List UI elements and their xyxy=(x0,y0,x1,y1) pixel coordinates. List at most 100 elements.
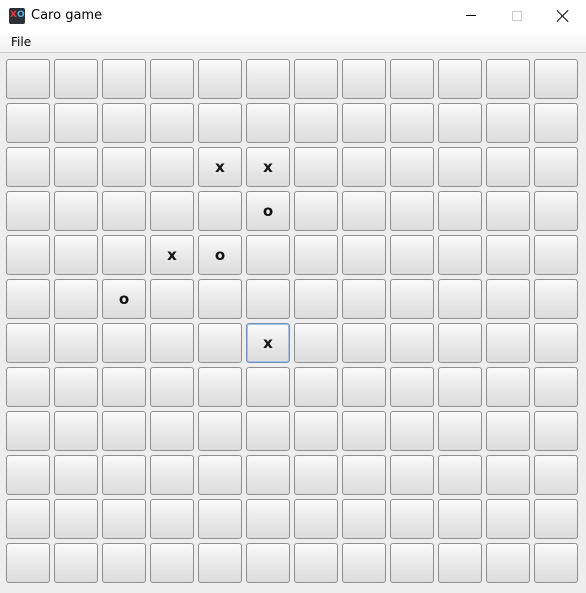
board-cell[interactable] xyxy=(486,323,530,363)
board-cell[interactable] xyxy=(342,455,386,495)
board-cell[interactable] xyxy=(246,367,290,407)
board-cell[interactable] xyxy=(54,103,98,143)
board-cell[interactable] xyxy=(342,323,386,363)
board-cell[interactable] xyxy=(150,279,194,319)
board-cell[interactable] xyxy=(486,367,530,407)
board-cell[interactable] xyxy=(102,367,146,407)
board-cell[interactable] xyxy=(438,103,482,143)
board-cell[interactable] xyxy=(6,499,50,539)
board-cell[interactable] xyxy=(390,411,434,451)
board-cell[interactable] xyxy=(390,59,434,99)
board-cell[interactable] xyxy=(438,59,482,99)
board-cell[interactable] xyxy=(198,103,242,143)
board-cell[interactable] xyxy=(390,455,434,495)
board-cell[interactable] xyxy=(486,411,530,451)
board-cell[interactable]: o xyxy=(102,279,146,319)
board-cell[interactable] xyxy=(438,147,482,187)
board-cell[interactable] xyxy=(198,323,242,363)
board-cell[interactable] xyxy=(150,543,194,583)
board-cell[interactable] xyxy=(534,499,578,539)
board-cell[interactable] xyxy=(438,191,482,231)
board-cell[interactable] xyxy=(486,499,530,539)
board-cell[interactable] xyxy=(102,235,146,275)
board-cell[interactable] xyxy=(342,103,386,143)
board-cell[interactable] xyxy=(102,411,146,451)
board-cell[interactable] xyxy=(246,499,290,539)
board-cell[interactable] xyxy=(294,147,338,187)
board-cell[interactable] xyxy=(6,367,50,407)
board-cell[interactable]: o xyxy=(246,191,290,231)
board-cell[interactable] xyxy=(102,543,146,583)
board-cell[interactable] xyxy=(342,543,386,583)
board-cell[interactable] xyxy=(294,323,338,363)
board-cell[interactable] xyxy=(54,323,98,363)
board-cell[interactable] xyxy=(342,147,386,187)
board-cell[interactable] xyxy=(486,279,530,319)
board-cell[interactable] xyxy=(438,543,482,583)
board-cell[interactable] xyxy=(534,191,578,231)
board-cell[interactable] xyxy=(6,191,50,231)
board-cell[interactable] xyxy=(6,235,50,275)
board-cell[interactable] xyxy=(54,543,98,583)
board-cell[interactable] xyxy=(534,103,578,143)
board-cell[interactable] xyxy=(342,411,386,451)
board-cell[interactable] xyxy=(534,279,578,319)
board-cell[interactable] xyxy=(342,367,386,407)
board-cell[interactable] xyxy=(6,147,50,187)
board-cell[interactable] xyxy=(54,455,98,495)
board-cell[interactable] xyxy=(54,59,98,99)
board-cell[interactable] xyxy=(150,411,194,451)
board-cell[interactable] xyxy=(342,191,386,231)
board-cell[interactable] xyxy=(438,279,482,319)
board-cell[interactable] xyxy=(534,147,578,187)
board-cell[interactable] xyxy=(342,59,386,99)
board-cell[interactable] xyxy=(294,191,338,231)
board-cell[interactable] xyxy=(294,59,338,99)
board-cell[interactable] xyxy=(390,279,434,319)
board-cell[interactable] xyxy=(534,367,578,407)
board-cell[interactable] xyxy=(534,411,578,451)
board-cell[interactable] xyxy=(102,103,146,143)
board-cell[interactable] xyxy=(390,543,434,583)
board-cell[interactable] xyxy=(342,279,386,319)
board-cell[interactable] xyxy=(246,59,290,99)
board-cell[interactable] xyxy=(534,543,578,583)
board-cell[interactable] xyxy=(294,499,338,539)
minimize-button[interactable] xyxy=(448,0,494,31)
board-cell[interactable] xyxy=(486,147,530,187)
close-button[interactable] xyxy=(540,0,586,31)
board-cell[interactable] xyxy=(198,411,242,451)
board-cell[interactable] xyxy=(102,147,146,187)
board-cell[interactable] xyxy=(342,499,386,539)
board-cell[interactable]: x xyxy=(246,147,290,187)
board-cell[interactable] xyxy=(438,411,482,451)
board-cell[interactable] xyxy=(6,103,50,143)
board-cell[interactable] xyxy=(246,455,290,495)
board-cell[interactable] xyxy=(246,235,290,275)
board-cell[interactable] xyxy=(246,279,290,319)
board-cell[interactable] xyxy=(54,147,98,187)
board-cell[interactable] xyxy=(6,323,50,363)
board-cell[interactable] xyxy=(486,59,530,99)
board-cell[interactable] xyxy=(150,147,194,187)
board-cell[interactable] xyxy=(6,455,50,495)
board-cell[interactable] xyxy=(438,235,482,275)
board-cell[interactable] xyxy=(534,59,578,99)
board-cell[interactable] xyxy=(198,455,242,495)
board-cell[interactable] xyxy=(486,191,530,231)
board-cell[interactable] xyxy=(294,411,338,451)
board-cell[interactable] xyxy=(6,411,50,451)
board-cell[interactable]: x xyxy=(198,147,242,187)
board-cell[interactable] xyxy=(102,191,146,231)
menu-file[interactable]: File xyxy=(6,33,36,51)
board-cell[interactable] xyxy=(198,279,242,319)
board-cell[interactable] xyxy=(486,235,530,275)
board-cell[interactable] xyxy=(294,279,338,319)
board-cell[interactable] xyxy=(150,367,194,407)
board-cell[interactable] xyxy=(486,103,530,143)
board-cell[interactable] xyxy=(54,499,98,539)
board-cell[interactable] xyxy=(6,543,50,583)
board-cell[interactable] xyxy=(390,147,434,187)
board-cell[interactable] xyxy=(246,543,290,583)
board-cell[interactable] xyxy=(54,279,98,319)
